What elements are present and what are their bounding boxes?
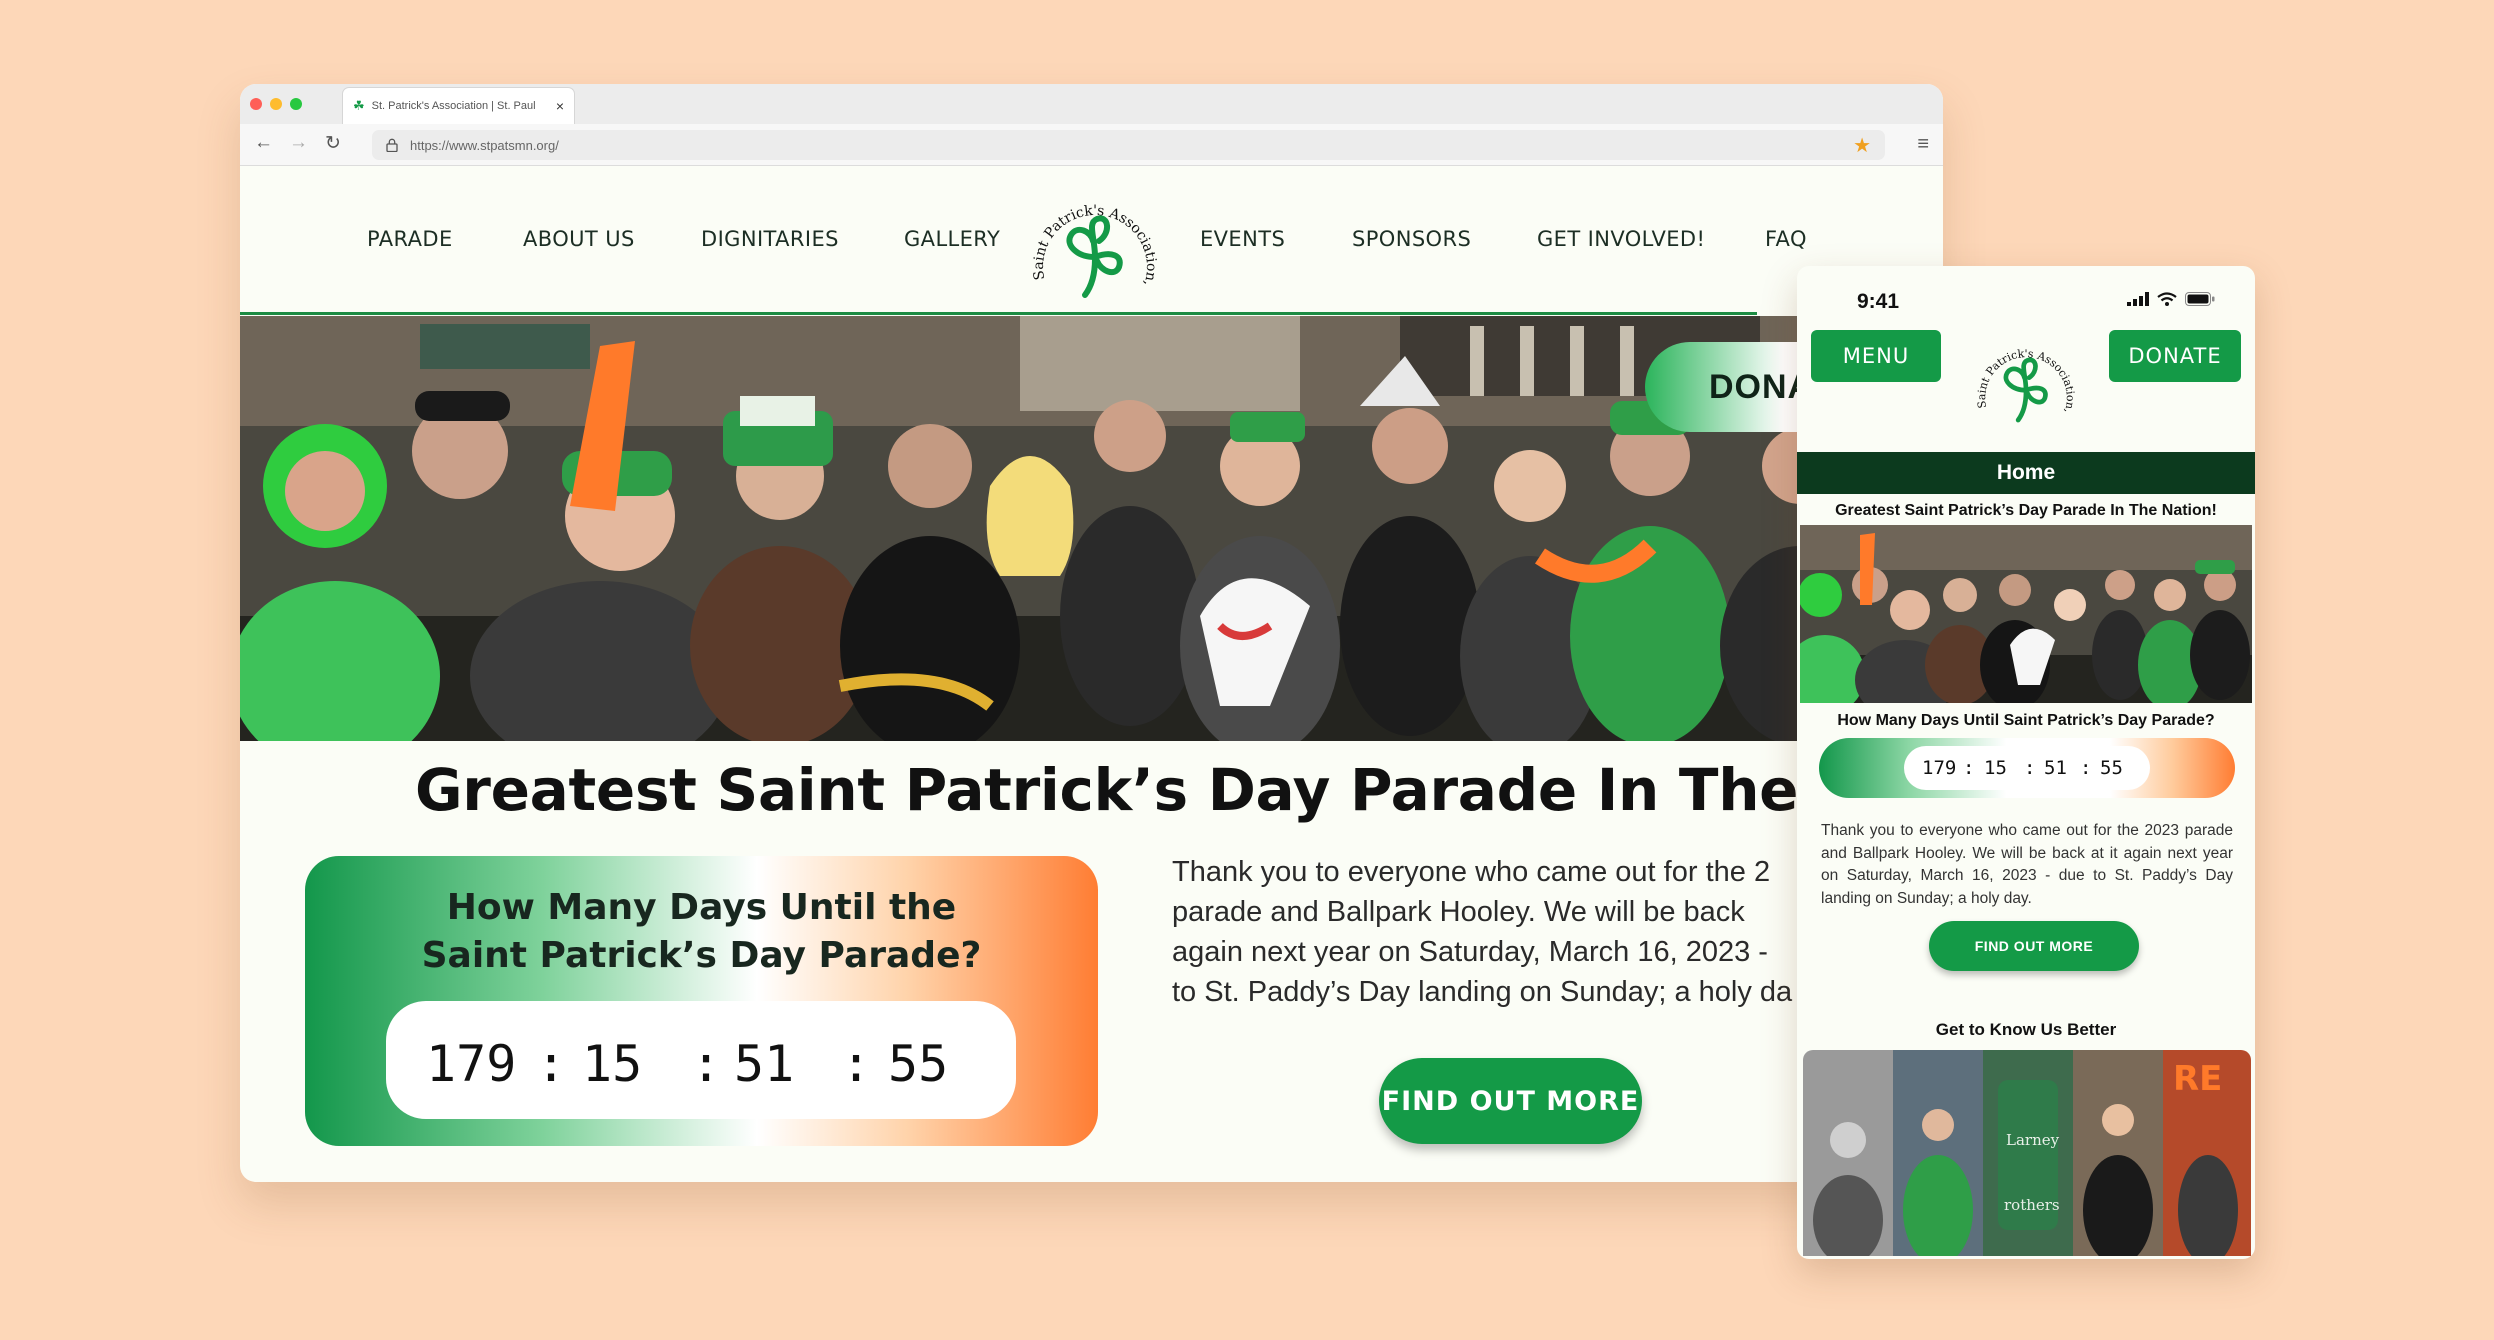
countdown-separator: : [691, 1035, 722, 1093]
nav-item-parade[interactable]: PARADE [367, 227, 453, 251]
countdown-title: How Many Days Until the Saint Patrick’s … [305, 884, 1098, 980]
menu-button[interactable]: MENU [1811, 330, 1941, 382]
countdown-separator: : [536, 1035, 567, 1093]
mobile-device: 9:41 MENU Saint Patrick's Association, I… [1797, 266, 2255, 1259]
page-headline: Greatest Saint Patrick’s Day Parade In T… [415, 756, 1943, 824]
intro-line: parade and Ballpark Hooley. We will be b… [1172, 896, 1745, 928]
mobile-find-out-more-button[interactable]: FIND OUT MORE [1929, 921, 2139, 971]
find-out-more-button[interactable]: FIND OUT MORE [1379, 1058, 1642, 1144]
mobile-photo-gallery[interactable]: Larney rothers RE [1803, 1050, 2251, 1256]
nav-item-about-us[interactable]: ABOUT US [523, 227, 635, 251]
countdown-separator: : [1963, 757, 1975, 779]
countdown-title-line: How Many Days Until the [446, 887, 957, 928]
home-bar[interactable]: Home [1797, 452, 2255, 494]
association-logo[interactable]: Saint Patrick's Association, Inc [1025, 179, 1165, 309]
status-icons [2127, 292, 2215, 306]
battery-icon [2185, 292, 2215, 306]
mobile-donate-label: DONATE [2128, 344, 2222, 368]
countdown-days: 179 [1922, 757, 1957, 779]
intro-line: again next year on Saturday, March 16, 2… [1172, 936, 1768, 968]
countdown-title-line: Saint Patrick’s Day Parade? [421, 935, 982, 976]
mobile-find-out-more-label: FIND OUT MORE [1974, 938, 2094, 954]
mobile-association-logo[interactable]: Saint Patrick's Association, Inc [1971, 326, 2081, 434]
mobile-countdown-timer: 179 : 15 : 51 : 55 [1904, 746, 2150, 790]
nav-divider-line [240, 312, 1757, 315]
gallery-sign-text: rothers [2004, 1196, 2060, 1214]
countdown-seconds: 55 [2100, 757, 2123, 779]
home-label: Home [1996, 461, 2056, 484]
intro-paragraph: Thank you to everyone who came out for t… [1172, 852, 1812, 1012]
countdown-separator: : [841, 1035, 872, 1093]
find-out-more-label: FIND OUT MORE [1381, 1085, 1640, 1117]
mobile-countdown-question: How Many Days Until Saint Patrick’s Day … [1837, 712, 2215, 729]
mobile-countdown-card: 179 : 15 : 51 : 55 [1819, 738, 2235, 798]
countdown-days: 179 [426, 1035, 517, 1093]
mobile-headline: Greatest Saint Patrick’s Day Parade In T… [1835, 502, 2217, 519]
countdown-hours: 15 [1984, 757, 2007, 779]
countdown-card: How Many Days Until the Saint Patrick’s … [305, 856, 1098, 1146]
menu-label: MENU [1842, 344, 1910, 368]
wifi-icon [2157, 292, 2177, 306]
gallery-sign-text: RE [2173, 1059, 2222, 1099]
nav-item-get-involved[interactable]: GET INVOLVED! [1537, 227, 1705, 251]
countdown-separator: : [2080, 757, 2092, 779]
intro-line: Thank you to everyone who came out for t… [1172, 856, 1771, 888]
nav-item-gallery[interactable]: GALLERY [904, 227, 1000, 251]
gallery-sign-text: Larney [2006, 1131, 2060, 1149]
countdown-seconds: 55 [888, 1035, 949, 1093]
desktop-page: PARADE ABOUT US DIGNITARIES GALLERY EVEN… [240, 84, 1943, 1182]
mobile-parade-crowd-photo [1800, 525, 2252, 703]
countdown-minutes: 51 [2044, 757, 2067, 779]
nav-item-faq[interactable]: FAQ [1765, 227, 1807, 251]
intro-line: to St. Paddy’s Day landing on Sunday; a … [1172, 976, 1793, 1008]
countdown-timer: 179 : 15 : 51 : 55 [386, 1001, 1016, 1119]
mobile-intro-paragraph: Thank you to everyone who came out for t… [1821, 822, 2233, 907]
nav-item-sponsors[interactable]: SPONSORS [1352, 227, 1471, 251]
countdown-minutes: 51 [734, 1035, 795, 1093]
nav-item-events[interactable]: EVENTS [1200, 227, 1285, 251]
countdown-separator: : [2024, 757, 2036, 779]
mobile-donate-button[interactable]: DONATE [2109, 330, 2241, 382]
countdown-hours: 15 [582, 1035, 643, 1093]
cellular-signal-icon [2127, 292, 2149, 306]
status-time: 9:41 [1857, 290, 1900, 313]
nav-item-dignitaries[interactable]: DIGNITARIES [701, 227, 839, 251]
get-to-know-heading: Get to Know Us Better [1935, 1020, 2117, 1039]
